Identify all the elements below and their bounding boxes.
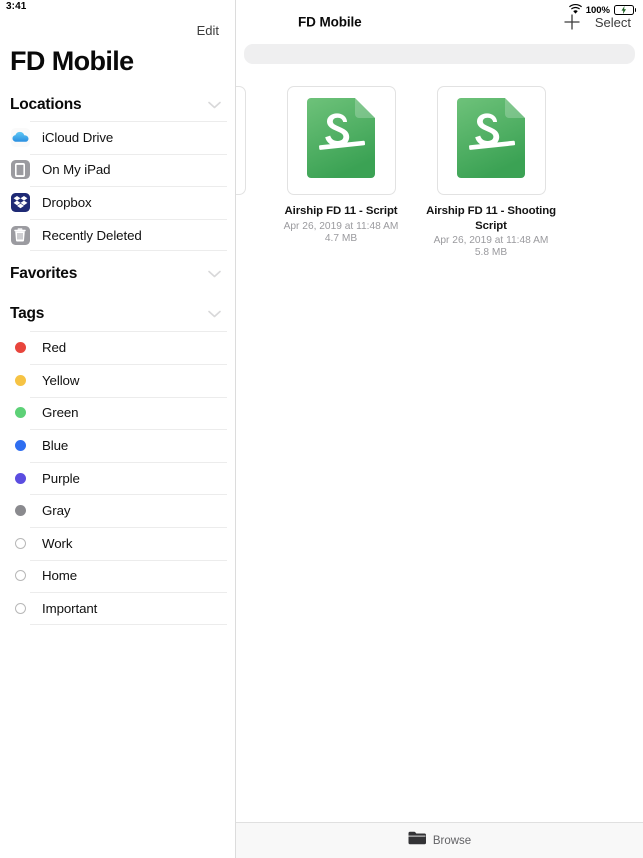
tab-label: Browse [433, 835, 471, 847]
sidebar-section-header-tags[interactable]: Tags [0, 297, 235, 331]
page-title: FD Mobile [298, 15, 362, 30]
sidebar-item-label: Blue [42, 438, 68, 453]
sidebar-item-label: On My iPad [42, 162, 110, 177]
search-bar-container [236, 44, 643, 70]
sidebar-item-dropbox[interactable]: Dropbox [0, 186, 235, 219]
chevron-down-icon[interactable] [208, 96, 221, 114]
sidebar-item-label: Gray [42, 503, 70, 518]
tag-circle-outline-icon [10, 598, 30, 618]
sidebar-item-label: Dropbox [42, 195, 92, 210]
file-grid-scroll-area[interactable]: 11 - Production 019 at 11:48 AM 4.7 MB [236, 70, 643, 822]
sidebar-item-label: Important [42, 601, 97, 616]
dropbox-icon [10, 192, 30, 212]
sidebar-item-icloud-drive[interactable]: iCloud Drive [0, 121, 235, 154]
sidebar-item-tag-gray[interactable]: Gray [0, 494, 235, 527]
sidebar-toolbar: Edit [0, 0, 235, 44]
file-thumbnail[interactable] [236, 86, 246, 195]
chevron-down-icon[interactable] [208, 305, 221, 323]
sidebar-section-label-locations: Locations [10, 96, 81, 114]
file-item[interactable]: 11 - Production 019 at 11:48 AM 4.7 MB [236, 80, 266, 258]
icloud-drive-icon [10, 127, 30, 147]
tag-dot-icon [10, 501, 30, 521]
sidebar-title: FD Mobile [0, 44, 235, 89]
tag-dot-icon [10, 370, 30, 390]
file-date: Apr 26, 2019 at 11:48 AM [284, 221, 399, 232]
script-document-icon [457, 98, 525, 183]
ipad-icon [10, 160, 30, 180]
sidebar-item-label: iCloud Drive [42, 130, 113, 145]
main-content: FD Mobile Select [236, 0, 643, 858]
edit-button[interactable]: Edit [193, 21, 223, 40]
ipad-files-app: 3:41 100% [0, 0, 643, 858]
file-size: 5.8 MB [475, 247, 507, 258]
sidebar-section-label-favorites: Favorites [10, 265, 77, 283]
sidebar-item-tag-blue[interactable]: Blue [0, 429, 235, 462]
sidebar-item-tag-green[interactable]: Green [0, 397, 235, 430]
sidebar-item-recently-deleted[interactable]: Recently Deleted [0, 219, 235, 252]
file-thumbnail[interactable] [287, 86, 396, 195]
main-nav-actions: Select [563, 13, 631, 31]
sidebar-item-label: Purple [42, 471, 80, 486]
sidebar-item-label: Green [42, 405, 78, 420]
folder-icon [408, 831, 426, 850]
sidebar-item-label: Home [42, 568, 77, 583]
tag-dot-icon [10, 403, 30, 423]
tag-circle-outline-icon [10, 566, 30, 586]
file-item[interactable]: Airship FD 11 - Shooting Script Apr 26, … [416, 80, 566, 258]
bottom-tab-bar: Browse [236, 822, 643, 858]
sidebar-item-label: Recently Deleted [42, 228, 142, 243]
sidebar-item-tag-purple[interactable]: Purple [0, 462, 235, 495]
sidebar-section-label-tags: Tags [10, 305, 44, 323]
select-button[interactable]: Select [595, 15, 631, 30]
plus-icon[interactable] [563, 13, 581, 31]
script-document-icon [307, 98, 375, 183]
file-item[interactable]: Airship FD 11 - Script Apr 26, 2019 at 1… [266, 80, 416, 258]
tab-browse[interactable]: Browse [408, 831, 471, 850]
file-thumbnail[interactable] [437, 86, 546, 195]
sidebar-item-tag-red[interactable]: Red [0, 331, 235, 364]
sidebar-item-label: Red [42, 340, 66, 355]
sidebar-item-label: Yellow [42, 373, 79, 388]
search-input[interactable] [244, 44, 635, 64]
sidebar-item-tag-work[interactable]: Work [0, 527, 235, 560]
main-navigation-bar: FD Mobile Select [236, 0, 643, 44]
tag-dot-icon [10, 338, 30, 358]
file-size: 4.7 MB [325, 233, 357, 244]
file-name: Airship FD 11 - Shooting Script [423, 204, 559, 233]
sidebar-section-header-favorites[interactable]: Favorites [0, 251, 235, 297]
sidebar-item-on-my-ipad[interactable]: On My iPad [0, 154, 235, 187]
file-name: Airship FD 11 - Script [285, 204, 398, 219]
file-grid: 11 - Production 019 at 11:48 AM 4.7 MB [236, 80, 643, 258]
tag-circle-outline-icon [10, 533, 30, 553]
trash-icon [10, 225, 30, 245]
sidebar-item-tag-yellow[interactable]: Yellow [0, 364, 235, 397]
tag-dot-icon [10, 468, 30, 488]
sidebar-item-tag-important[interactable]: Important [0, 592, 235, 625]
tag-dot-icon [10, 435, 30, 455]
sidebar: Edit FD Mobile Locations [0, 0, 236, 858]
file-date: Apr 26, 2019 at 11:48 AM [434, 235, 549, 246]
sidebar-item-label: Work [42, 536, 72, 551]
sidebar-section-header-locations[interactable]: Locations [0, 89, 235, 121]
sidebar-item-tag-home[interactable]: Home [0, 560, 235, 593]
chevron-down-icon[interactable] [208, 265, 221, 283]
